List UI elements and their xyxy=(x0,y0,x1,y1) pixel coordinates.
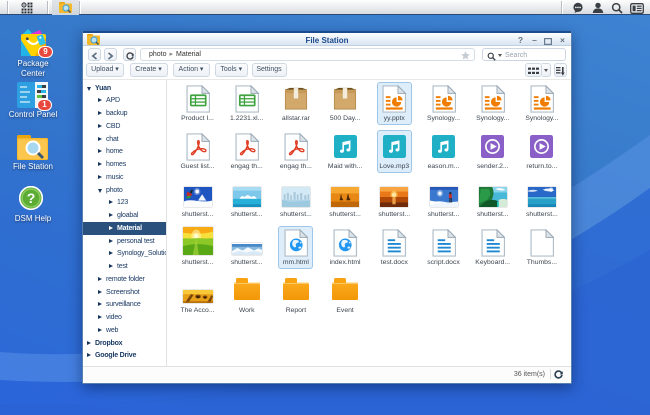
svg-text:?: ? xyxy=(27,190,36,206)
